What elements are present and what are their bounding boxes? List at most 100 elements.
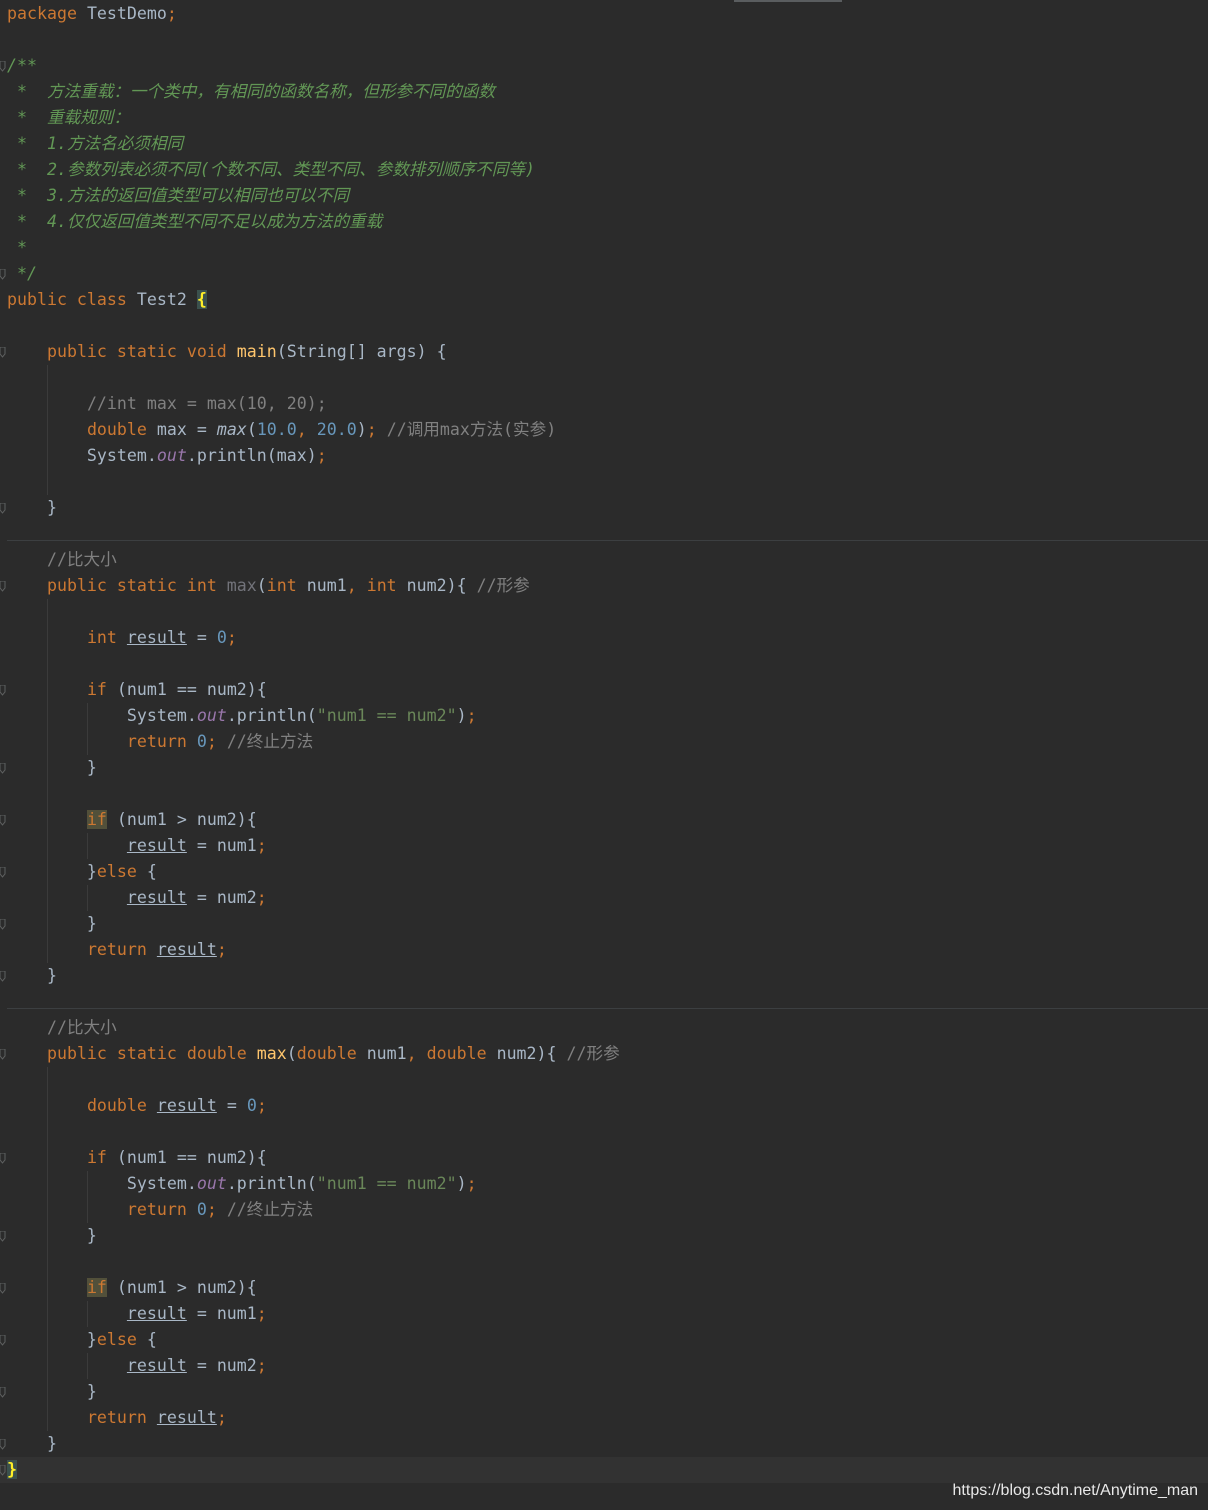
code-line[interactable]: if (num1 == num2){ [7,677,267,703]
code-token: { [196,290,207,309]
code-token: * [7,238,27,257]
code-line[interactable]: }else { [7,859,157,885]
code-line[interactable]: } [7,1457,17,1483]
code-line[interactable]: * 方法重载：一个类中，有相同的函数名称，但形参不同的函数 [7,79,495,105]
code-line[interactable]: } [7,495,57,521]
code-token: , [296,420,317,439]
code-line[interactable]: //int max = max(10, 20); [7,391,327,417]
code-line[interactable]: } [7,911,97,937]
fold-marker-icon[interactable] [0,919,6,930]
code-line[interactable]: public static int max(int num1, int num2… [7,573,530,599]
fold-marker-icon[interactable] [0,503,6,514]
code-line[interactable]: * [7,235,27,261]
code-token: ; [206,1200,227,1219]
fold-marker-icon[interactable] [0,1335,6,1346]
code-line[interactable]: return result; [7,937,227,963]
fold-marker-icon[interactable] [0,1153,6,1164]
code-token: return [126,1200,197,1219]
code-token: TestDemo [86,4,167,23]
code-token: = num1 [186,1304,257,1323]
code-line[interactable]: if (num1 > num2){ [7,807,257,833]
code-token: * 重载规则： [7,108,130,127]
code-token: if [86,680,117,699]
code-line[interactable]: public static void main(String[] args) { [7,339,447,365]
code-token: (num1 == num2){ [116,680,267,699]
code-line[interactable]: public static double max(double num1, do… [7,1041,620,1067]
fold-marker-icon[interactable] [0,581,6,592]
code-token: (num1 > num2){ [106,810,257,829]
code-line[interactable]: return 0; //终止方法 [7,1197,313,1223]
code-token: 0 [196,732,207,751]
fold-marker-icon[interactable] [0,1049,6,1060]
code-token: result [126,836,187,855]
code-line[interactable]: * 4.仅仅返回值类型不同不足以成为方法的重载 [7,209,382,235]
code-line[interactable]: result = num2; [7,885,267,911]
fold-marker-icon[interactable] [0,867,6,878]
code-token: = num2 [186,888,257,907]
code-line[interactable]: double max = max(10.0, 20.0); //调用max方法(… [7,417,556,443]
code-line[interactable]: result = num1; [7,833,267,859]
code-line[interactable]: result = num2; [7,1353,267,1379]
code-line[interactable]: int result = 0; [7,625,237,651]
fold-marker-icon[interactable] [0,685,6,696]
code-line[interactable]: return 0; //终止方法 [7,729,313,755]
code-line[interactable]: if (num1 == num2){ [7,1145,267,1171]
code-line[interactable]: }else { [7,1327,157,1353]
code-line[interactable]: * 2.参数列表必须不同(个数不同、类型不同、参数排列顺序不同等) [7,157,535,183]
code-token: double [86,420,157,439]
code-token: } [7,758,97,777]
code-token: * 方法重载：一个类中，有相同的函数名称，但形参不同的函数 [7,82,495,101]
code-token: return [86,1408,157,1427]
code-token: 0 [216,628,227,647]
code-line[interactable]: package TestDemo; [7,1,177,27]
code-token: ( [246,420,257,439]
fold-marker-icon[interactable] [0,815,6,826]
code-token: } [7,498,57,517]
fold-marker-icon[interactable] [0,1231,6,1242]
fold-marker-icon[interactable] [0,61,6,72]
code-token: num2){ [406,576,477,595]
code-editor[interactable]: package TestDemo; /** * 方法重载：一个类中，有相同的函数名… [0,0,1208,1510]
code-line[interactable]: } [7,1223,97,1249]
fold-marker-icon[interactable] [0,1387,6,1398]
fold-marker-icon[interactable] [0,1439,6,1450]
code-line[interactable]: } [7,1379,97,1405]
code-line[interactable]: //比大小 [7,1015,117,1041]
code-line[interactable]: if (num1 > num2){ [7,1275,257,1301]
fold-marker-icon[interactable] [0,763,6,774]
watermark: https://blog.csdn.net/Anytime_man [952,1482,1198,1499]
fold-marker-icon[interactable] [0,269,6,280]
code-line[interactable]: * 1.方法名必须相同 [7,131,183,157]
code-line[interactable]: result = num1; [7,1301,267,1327]
code-token: return [126,732,197,751]
code-line[interactable]: * 3.方法的返回值类型可以相同也可以不同 [7,183,349,209]
code-token: //比大小 [46,550,117,569]
code-token: ; [166,4,177,23]
code-line[interactable]: */ [7,261,37,287]
code-token: System. [7,1174,197,1193]
method-separator [7,540,1208,541]
code-line[interactable]: /** [7,53,37,79]
code-token: return [86,940,157,959]
code-token: out [196,1174,227,1193]
fold-marker-icon[interactable] [0,347,6,358]
code-line[interactable]: } [7,963,57,989]
fold-marker-icon[interactable] [0,1283,6,1294]
code-line[interactable]: System.out.println("num1 == num2"); [7,703,477,729]
code-line[interactable]: double result = 0; [7,1093,267,1119]
fold-marker-icon[interactable] [0,1465,6,1476]
code-line[interactable]: return result; [7,1405,227,1431]
code-line[interactable]: } [7,755,97,781]
code-line[interactable]: } [7,1431,57,1457]
fold-marker-icon[interactable] [0,971,6,982]
code-line[interactable]: * 重载规则： [7,105,130,131]
code-line[interactable]: System.out.println("num1 == num2"); [7,1171,477,1197]
code-line[interactable]: //比大小 [7,547,117,573]
code-line[interactable]: public class Test2 { [7,287,207,313]
code-token: } [7,1460,17,1479]
code-line[interactable]: System.out.println(max); [7,443,327,469]
